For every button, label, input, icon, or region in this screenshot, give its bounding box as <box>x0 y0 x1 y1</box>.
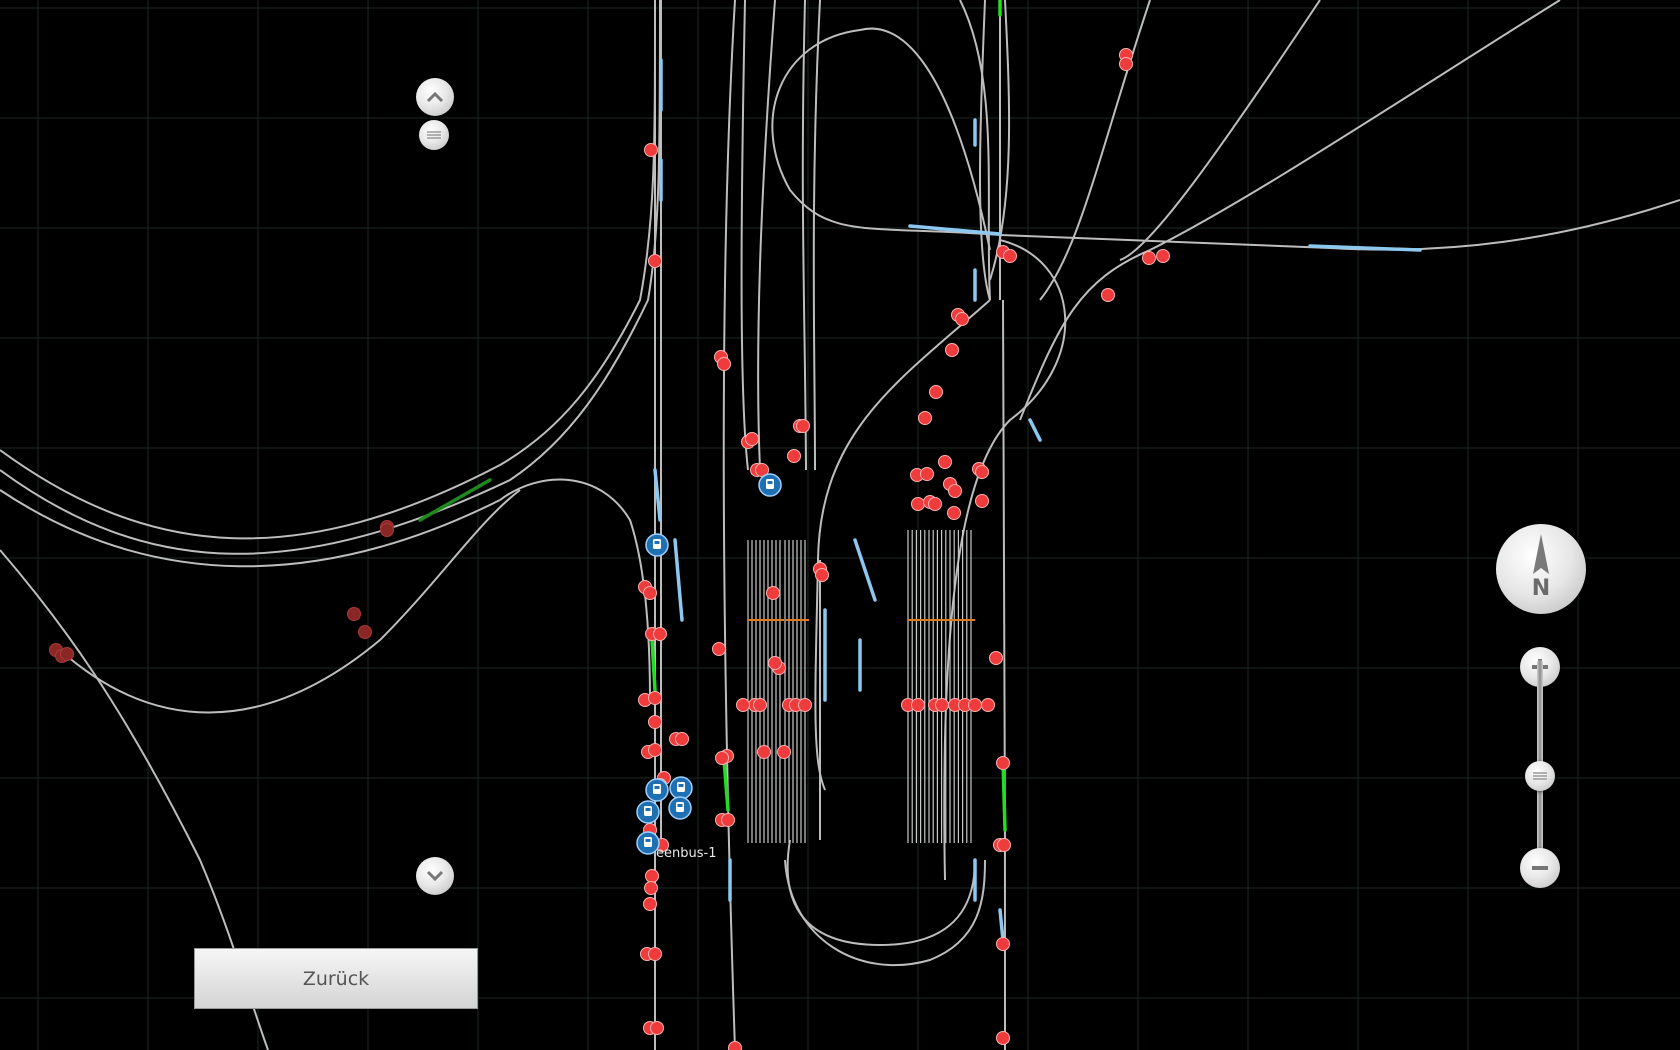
stop-marker[interactable] <box>358 625 372 639</box>
stop-marker[interactable] <box>777 745 791 759</box>
stop-marker[interactable] <box>948 484 962 498</box>
bus-marker[interactable] <box>669 776 693 800</box>
stop-marker[interactable] <box>712 642 726 656</box>
grip-icon <box>427 131 441 139</box>
stop-marker[interactable] <box>643 897 657 911</box>
stop-marker[interactable] <box>643 586 657 600</box>
minus-icon <box>1532 866 1548 870</box>
stop-marker[interactable] <box>981 698 995 712</box>
stop-marker[interactable] <box>736 698 750 712</box>
stop-marker[interactable] <box>648 743 662 757</box>
stop-marker[interactable] <box>644 143 658 157</box>
stop-marker[interactable] <box>920 467 934 481</box>
stop-marker[interactable] <box>648 947 662 961</box>
stop-marker[interactable] <box>675 732 689 746</box>
stop-marker[interactable] <box>648 254 662 268</box>
north-arrow-icon <box>1533 534 1549 574</box>
stop-marker[interactable] <box>911 698 925 712</box>
stop-marker[interactable] <box>1156 249 1170 263</box>
stop-marker[interactable] <box>757 745 771 759</box>
stop-marker[interactable] <box>60 647 74 661</box>
track-network <box>0 0 1680 1050</box>
stop-marker[interactable] <box>644 881 658 895</box>
compass-north-label: N <box>1531 576 1551 601</box>
bus-marker[interactable] <box>645 778 669 802</box>
stop-marker[interactable] <box>796 419 810 433</box>
stop-marker[interactable] <box>745 432 759 446</box>
bus-marker[interactable] <box>636 800 660 824</box>
stop-marker[interactable] <box>997 838 1011 852</box>
stop-marker[interactable] <box>753 698 767 712</box>
chevron-down-icon <box>426 870 444 882</box>
stop-marker[interactable] <box>938 455 952 469</box>
stop-marker[interactable] <box>798 698 812 712</box>
chevron-up-icon <box>426 91 444 103</box>
stop-marker[interactable] <box>650 1021 664 1035</box>
stop-marker[interactable] <box>815 568 829 582</box>
stop-marker[interactable] <box>975 494 989 508</box>
stop-marker[interactable] <box>728 1041 742 1050</box>
map-grid <box>0 0 1680 1050</box>
stop-marker[interactable] <box>1003 249 1017 263</box>
stop-marker[interactable] <box>653 627 667 641</box>
scroll-up-button[interactable] <box>416 78 454 116</box>
stop-marker[interactable] <box>989 651 1003 665</box>
stop-marker[interactable] <box>996 1031 1010 1045</box>
scroll-handle[interactable] <box>419 120 449 150</box>
vehicle-label: eenbus-1 <box>656 846 717 861</box>
stop-marker[interactable] <box>717 357 731 371</box>
bus-marker[interactable] <box>668 796 692 820</box>
stop-marker[interactable] <box>768 656 782 670</box>
stop-marker[interactable] <box>648 715 662 729</box>
back-button[interactable]: Zurück <box>194 948 478 1009</box>
stop-marker[interactable] <box>945 343 959 357</box>
stop-markers <box>49 48 1170 1050</box>
stop-marker[interactable] <box>766 586 780 600</box>
stop-marker[interactable] <box>918 411 932 425</box>
stop-marker[interactable] <box>955 312 969 326</box>
stop-marker[interactable] <box>975 465 989 479</box>
stop-marker[interactable] <box>911 497 925 511</box>
bus-marker[interactable] <box>758 473 782 497</box>
stop-marker[interactable] <box>787 449 801 463</box>
stop-marker[interactable] <box>968 698 982 712</box>
stop-marker[interactable] <box>380 523 394 537</box>
compass[interactable]: N <box>1496 524 1586 614</box>
stop-marker[interactable] <box>929 385 943 399</box>
bus-marker[interactable] <box>645 533 669 557</box>
stop-marker[interactable] <box>648 691 662 705</box>
stop-marker[interactable] <box>1142 251 1156 265</box>
stop-marker[interactable] <box>347 607 361 621</box>
stop-marker[interactable] <box>935 698 949 712</box>
stop-marker[interactable] <box>996 937 1010 951</box>
zoom-out-button[interactable] <box>1520 848 1560 888</box>
track-map[interactable] <box>0 0 1680 1050</box>
stop-marker[interactable] <box>721 813 735 827</box>
stop-marker[interactable] <box>928 497 942 511</box>
zoom-slider-handle[interactable] <box>1525 760 1555 791</box>
stop-marker[interactable] <box>947 506 961 520</box>
stop-marker[interactable] <box>715 751 729 765</box>
stop-marker[interactable] <box>1119 57 1133 71</box>
scroll-down-button[interactable] <box>416 857 454 895</box>
grip-icon <box>1533 771 1547 780</box>
stop-marker[interactable] <box>1101 288 1115 302</box>
stop-marker[interactable] <box>996 756 1010 770</box>
stop-marker[interactable] <box>645 869 659 883</box>
